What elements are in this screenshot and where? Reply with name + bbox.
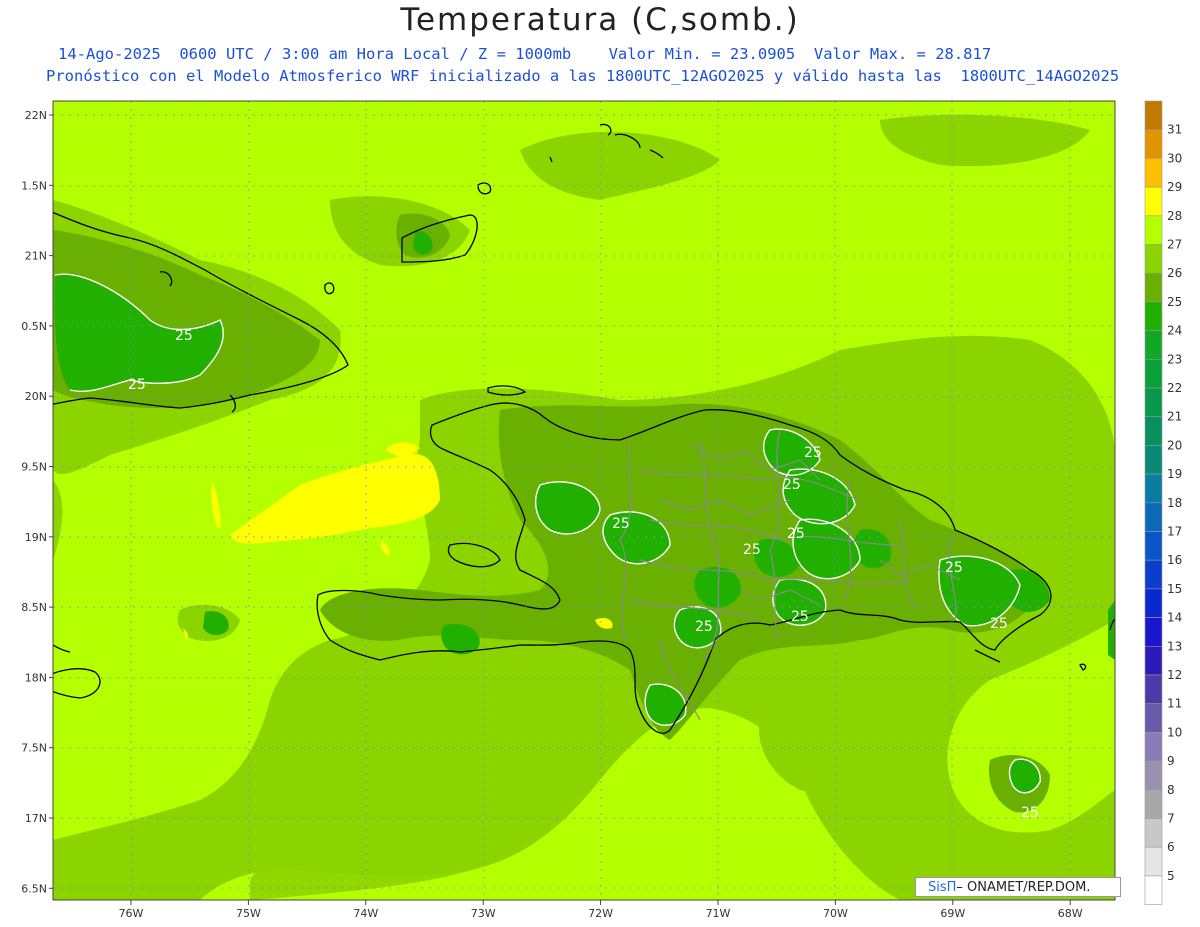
latitude-label: 19N — [25, 531, 47, 544]
longitude-label: 75W — [236, 907, 261, 920]
contour-label: 25 — [1021, 805, 1039, 821]
colorbar-label: 24 — [1167, 324, 1182, 338]
colorbar-swatch — [1144, 875, 1163, 905]
colorbar-swatch — [1144, 674, 1163, 705]
colorbar-swatch — [1144, 818, 1163, 848]
latitude-label: 22N — [25, 109, 47, 122]
longitude-label: 73W — [471, 907, 496, 920]
latitude-label: 8.5N — [21, 601, 47, 614]
colorbar-label: 8 — [1167, 783, 1175, 797]
colorbar-label: 16 — [1167, 553, 1182, 567]
colorbar-swatch — [1144, 531, 1163, 561]
colorbar-swatch — [1144, 732, 1163, 762]
credit-box: SisΠ – ONAMET/REP.DOM. — [915, 877, 1121, 897]
contour-label: 25 — [804, 445, 822, 461]
colorbar-swatch — [1144, 502, 1163, 532]
colorbar-label: 5 — [1167, 869, 1175, 883]
contour-label: 25 — [128, 377, 146, 393]
credit-text: – ONAMET/REP.DOM. — [956, 879, 1091, 895]
latitude-label: 18N — [25, 671, 47, 684]
colorbar-swatch — [1144, 244, 1163, 274]
colorbar-swatch — [1144, 473, 1163, 504]
colorbar-swatch — [1144, 330, 1163, 360]
colorbar-swatch — [1144, 846, 1163, 877]
contour-label: 25 — [990, 616, 1008, 632]
latitude-labels: 22N 1.5N 21N 0.5N 20N 9.5N 19N 8.5N 18N 7.5N 17N 6.… — [21, 109, 53, 895]
colorbar-label: 11 — [1167, 697, 1182, 711]
longitude-label: 68W — [1058, 907, 1083, 920]
colorbar-swatch — [1144, 645, 1163, 676]
longitude-label: 69W — [940, 907, 965, 920]
colorbar-swatch — [1144, 301, 1163, 331]
longitude-label: 70W — [823, 907, 848, 920]
colorbar-label: 30 — [1167, 151, 1182, 165]
colorbar-label: 6 — [1167, 840, 1175, 854]
latitude-label: 9.5N — [21, 461, 47, 474]
latitude-label: 17N — [25, 812, 47, 825]
colorbar-swatch — [1144, 703, 1163, 733]
colorbar-swatch — [1144, 272, 1163, 303]
latitude-label: 6.5N — [21, 882, 47, 895]
contour-label: 25 — [945, 560, 963, 576]
colorbar: 31 30 29 28 27 26 25 24 23 22 21 20 19 18 17 16 15 14 13 12… — [1144, 100, 1182, 905]
colorbar-label: 9 — [1167, 754, 1175, 768]
latitude-label: 20N — [25, 390, 47, 403]
colorbar-label: 23 — [1167, 352, 1182, 366]
longitude-label: 72W — [588, 907, 613, 920]
colorbar-label: 17 — [1167, 525, 1182, 539]
colorbar-swatch — [1144, 358, 1163, 389]
longitude-label: 76W — [119, 907, 144, 920]
colorbar-swatch — [1144, 387, 1163, 418]
contour-label: 25 — [791, 609, 809, 625]
map-canvas: 25 25 25 25 25 25 25 25 25 25 25 25 22N 1… — [21, 100, 1182, 920]
colorbar-swatch — [1144, 215, 1163, 245]
colorbar-label: 15 — [1167, 582, 1182, 596]
colorbar-swatch — [1144, 100, 1163, 131]
longitude-label: 74W — [353, 907, 378, 920]
colorbar-label: 13 — [1167, 639, 1182, 653]
contour-label: 25 — [175, 328, 193, 344]
latitude-label: 1.5N — [21, 179, 47, 192]
latitude-label: 0.5N — [21, 320, 47, 333]
colorbar-label: 25 — [1167, 295, 1182, 309]
colorbar-swatch — [1144, 588, 1163, 618]
colorbar-swatch — [1144, 416, 1163, 446]
colorbar-label: 27 — [1167, 238, 1182, 252]
colorbar-label: 10 — [1167, 725, 1182, 739]
colorbar-label: 21 — [1167, 410, 1182, 424]
colorbar-swatch — [1144, 158, 1163, 188]
colorbar-label: 14 — [1167, 611, 1182, 625]
colorbar-label: 18 — [1167, 496, 1182, 510]
colorbar-label: 29 — [1167, 180, 1182, 194]
colorbar-swatch — [1144, 445, 1163, 475]
colorbar-label: 19 — [1167, 467, 1182, 481]
colorbar-swatch — [1144, 760, 1163, 791]
colorbar-label: 31 — [1167, 123, 1182, 137]
contour-label: 25 — [695, 619, 713, 635]
latitude-label: 7.5N — [21, 742, 47, 755]
colorbar-label: 20 — [1167, 438, 1182, 452]
contour-label: 25 — [787, 526, 805, 542]
colorbar-swatch — [1144, 617, 1163, 647]
colorbar-swatch — [1144, 789, 1163, 819]
colorbar-label: 12 — [1167, 668, 1182, 682]
colorbar-label: 22 — [1167, 381, 1182, 395]
longitude-label: 71W — [706, 907, 731, 920]
colorbar-label: 26 — [1167, 266, 1182, 280]
longitude-labels: 76W 75W 74W 73W 72W 71W 70W 69W 68W — [119, 900, 1083, 920]
contour-label: 25 — [612, 516, 630, 532]
colorbar-swatch — [1144, 129, 1163, 159]
credit-brand: SisΠ — [928, 879, 957, 895]
contour-label: 25 — [743, 542, 761, 558]
colorbar-label: 7 — [1167, 812, 1175, 826]
colorbar-swatch — [1144, 559, 1163, 590]
colorbar-swatch — [1144, 186, 1163, 217]
latitude-label: 21N — [25, 250, 47, 263]
colorbar-label: 28 — [1167, 209, 1182, 223]
contour-label: 25 — [783, 477, 801, 493]
